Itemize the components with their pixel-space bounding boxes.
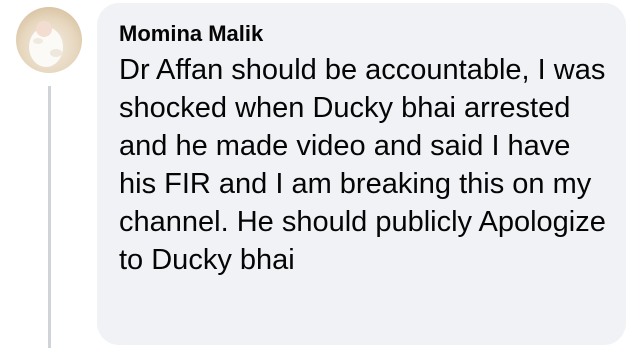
reply-thread-line xyxy=(48,86,51,348)
profile-photo-icon xyxy=(29,21,63,67)
comment-text: Dr Affan should be accountable, I was sh… xyxy=(119,54,606,276)
comment-row: Momina Malik Dr Affan should be accounta… xyxy=(0,0,642,348)
comment-author-name[interactable]: Momina Malik xyxy=(119,20,610,48)
avatar[interactable] xyxy=(16,7,82,73)
comment-bubble: Momina Malik Dr Affan should be accounta… xyxy=(97,3,626,345)
